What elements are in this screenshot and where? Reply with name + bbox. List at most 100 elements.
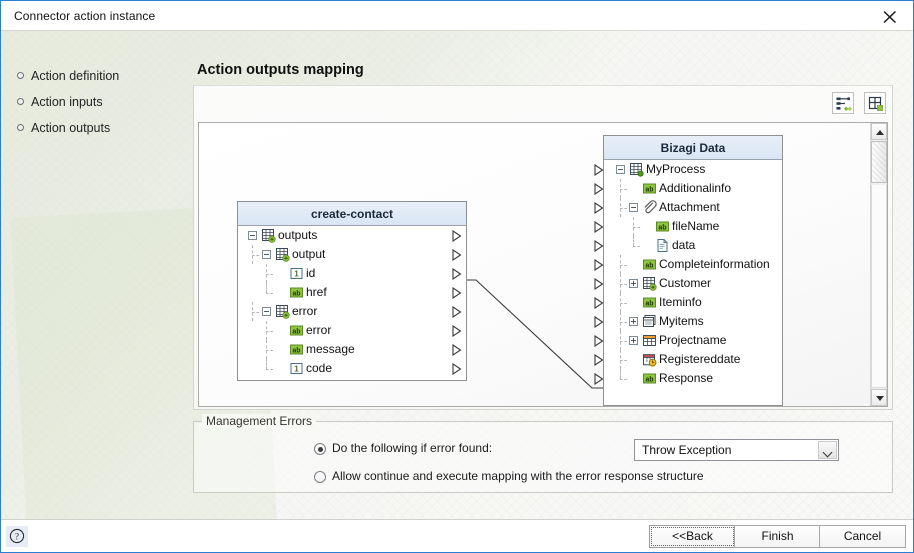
port-arrow-icon [594, 259, 604, 271]
back-button[interactable]: <<Back [649, 525, 736, 548]
finish-button[interactable]: Finish [734, 525, 821, 548]
tree-guide [266, 350, 273, 351]
scrollbar-thumb[interactable] [871, 141, 887, 183]
mapping-port[interactable] [594, 164, 604, 176]
error-action-select[interactable]: Throw Exception [634, 439, 839, 461]
collapse-toggle[interactable] [616, 165, 625, 174]
tree-row-label: Myitems [659, 314, 704, 328]
tree-row[interactable]: Attachment [594, 198, 782, 217]
tree-row[interactable]: outputs [238, 226, 466, 245]
tree-row[interactable]: ab message [238, 340, 466, 359]
collection-icon [262, 229, 276, 243]
tree-row[interactable]: Projectname [594, 331, 782, 350]
tree-guide [633, 236, 634, 246]
tree-row[interactable]: data [594, 236, 782, 255]
string-icon: ab [643, 183, 656, 194]
collection-icon [643, 277, 657, 291]
expand-toggle[interactable] [629, 279, 638, 288]
mapping-port[interactable] [452, 287, 462, 299]
error-found-radio[interactable] [314, 443, 326, 455]
sidebar-item-action-inputs[interactable]: Action inputs [1, 89, 191, 115]
tree-guide [633, 246, 640, 247]
svg-text:?: ? [15, 531, 19, 541]
sidebar-item-action-outputs[interactable]: Action outputs [1, 115, 191, 141]
mapping-port[interactable] [452, 268, 462, 280]
tree-row[interactable]: ab Iteminfo [594, 293, 782, 312]
mapping-port[interactable] [594, 278, 604, 290]
tree-row[interactable]: ab error [238, 321, 466, 340]
port-arrow-icon [452, 306, 462, 318]
table-icon [643, 335, 656, 346]
scroll-down-button[interactable] [871, 389, 887, 406]
attachment-icon [644, 200, 657, 214]
layout-button[interactable] [864, 92, 886, 114]
mapping-port[interactable] [452, 344, 462, 356]
mapping-port[interactable] [594, 354, 604, 366]
tree-row[interactable]: 1 id [238, 264, 466, 283]
collapse-toggle[interactable] [248, 231, 257, 240]
tree-row-label: fileName [672, 219, 720, 233]
allow-continue-radio[interactable] [314, 471, 326, 483]
tree-row[interactable]: MyProcess [594, 160, 782, 179]
canvas-vertical-scrollbar[interactable] [870, 123, 887, 406]
tree-guide [620, 322, 627, 323]
collapse-toggle[interactable] [262, 250, 271, 259]
mapping-port[interactable] [594, 202, 604, 214]
collapse-toggle[interactable] [629, 203, 638, 212]
tree-row[interactable]: ab href [238, 283, 466, 302]
mapping-port[interactable] [594, 259, 604, 271]
mapping-canvas[interactable]: create-contact outputs output 1 id ab href err… [198, 122, 888, 407]
svg-text:ab: ab [292, 328, 300, 335]
mapping-port[interactable] [452, 363, 462, 375]
tree-row[interactable]: ab Completeinformation [594, 255, 782, 274]
tree-row-label: outputs [278, 228, 318, 242]
mapping-port[interactable] [452, 230, 462, 242]
scrollbar-track[interactable] [871, 185, 887, 388]
mapping-port[interactable] [594, 221, 604, 233]
port-arrow-icon [452, 249, 462, 261]
tree-row[interactable]: output [238, 245, 466, 264]
mapping-link-id-to-response [463, 279, 610, 389]
tree-row[interactable]: ab Response [594, 369, 782, 388]
chevron-up-icon [876, 130, 884, 135]
expand-toggle[interactable] [629, 336, 638, 345]
tree-row-label: code [306, 361, 333, 375]
tree-row[interactable]: 1 code [238, 359, 466, 378]
mapping-canvas-surface: create-contact outputs output 1 id ab href err… [199, 123, 870, 406]
tree-row-label: error [292, 304, 318, 318]
management-errors-legend: Management Errors [202, 414, 317, 428]
mapping-port[interactable] [594, 373, 604, 385]
dialog-footer: ? <<Back Finish Cancel [1, 519, 913, 552]
collapse-toggle[interactable] [262, 307, 271, 316]
tree-row[interactable]: error [238, 302, 466, 321]
select-arrow-button[interactable] [818, 441, 837, 459]
mapping-port[interactable] [594, 316, 604, 328]
string-icon: ab [643, 373, 656, 384]
tree-row[interactable]: ab Additionalinfo [594, 179, 782, 198]
tree-row[interactable]: Myitems [594, 312, 782, 331]
tree-guide [620, 265, 627, 266]
scroll-up-button[interactable] [871, 123, 887, 140]
tree-row[interactable]: ab fileName [594, 217, 782, 236]
auto-map-button[interactable] [831, 92, 854, 114]
tree-guide [620, 208, 627, 209]
sidebar-item-action-definition[interactable]: Action definition [1, 63, 191, 89]
mapping-port[interactable] [452, 325, 462, 337]
mapping-port[interactable] [594, 297, 604, 309]
mapping-port[interactable] [452, 249, 462, 261]
source-tree-panel: create-contact outputs output 1 id ab href err… [237, 201, 467, 381]
tree-row[interactable]: Registereddate [594, 350, 782, 369]
expand-toggle[interactable] [629, 317, 638, 326]
mapping-port[interactable] [594, 335, 604, 347]
mapping-port[interactable] [594, 183, 604, 195]
tree-row[interactable]: Customer [594, 274, 782, 293]
auto-map-icon [836, 97, 852, 111]
port-arrow-icon [452, 287, 462, 299]
mapping-port[interactable] [594, 240, 604, 252]
sidebar-item-label: Action definition [31, 69, 120, 83]
close-button[interactable] [867, 1, 913, 30]
mapping-port[interactable] [452, 306, 462, 318]
help-button[interactable]: ? [6, 526, 28, 547]
mapping-panel: create-contact outputs output 1 id ab href err… [193, 85, 893, 410]
cancel-button[interactable]: Cancel [819, 525, 906, 548]
